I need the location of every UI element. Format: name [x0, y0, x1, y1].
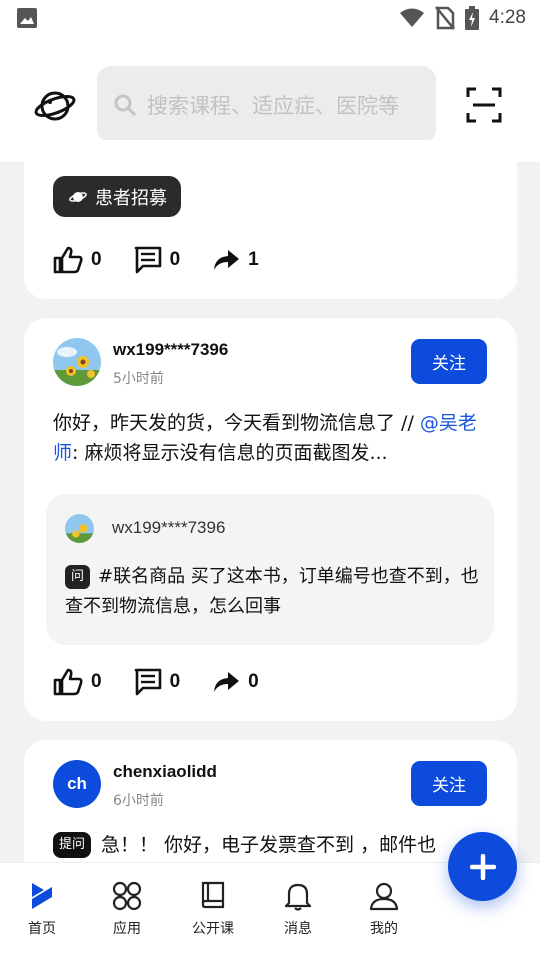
home-logo-icon [32, 883, 52, 909]
search-icon [114, 94, 137, 116]
share-count: 1 [248, 249, 259, 270]
like-button[interactable]: 0 [53, 246, 102, 274]
share-arrow-icon [214, 672, 240, 692]
comment-count: 0 [169, 249, 181, 270]
username[interactable]: wx199****7396 [113, 340, 228, 360]
post-time: 6小时前 [113, 793, 164, 809]
plus-icon [469, 853, 496, 880]
planet-icon [69, 191, 87, 202]
create-post-button[interactable] [448, 832, 517, 901]
avatar[interactable]: ch [53, 760, 101, 808]
apps-grid-icon [112, 881, 142, 911]
nav-profile[interactable]: 我的 [344, 881, 424, 938]
quoted-avatar [65, 514, 94, 543]
search-placeholder: 搜索课程、适应症、医院等 [147, 93, 399, 118]
question-badge: 提问 [53, 832, 92, 858]
user-icon [369, 882, 399, 911]
like-button[interactable]: 0 [53, 668, 102, 696]
comment-icon [134, 668, 161, 696]
nav-messages-label: 消息 [284, 921, 312, 937]
question-badge: 问 [65, 565, 90, 589]
status-time: 4:28 [489, 7, 526, 28]
username[interactable]: chenxiaolidd [113, 762, 217, 782]
nav-messages[interactable]: 消息 [258, 881, 338, 938]
follow-button[interactable]: 关注 [411, 339, 487, 384]
battery-icon [465, 6, 480, 30]
post-text[interactable]: 提问 急！！ 你好，电子发票查不到 ，邮件也 [53, 830, 483, 860]
like-count: 0 [91, 671, 102, 692]
search-bar[interactable]: 搜索课程、适应症、医院等 [97, 66, 436, 143]
status-bar: 4:28 [0, 0, 540, 36]
post-time: 5小时前 [113, 371, 164, 387]
topic-tag-label: 患者招募 [95, 187, 167, 209]
share-count: 0 [248, 671, 259, 692]
image-icon [17, 8, 37, 28]
follow-button[interactable]: 关注 [411, 761, 487, 806]
avatar[interactable] [53, 338, 101, 386]
comment-icon [134, 246, 161, 274]
comment-button[interactable]: 0 [134, 246, 181, 274]
no-sim-icon [435, 6, 455, 30]
share-button[interactable]: 0 [212, 670, 259, 694]
share-button[interactable]: 1 [212, 248, 259, 272]
planet-icon[interactable] [34, 88, 76, 124]
post-text-before: 你好，昨天发的货，今天看到物流信息了 // [53, 412, 420, 434]
nav-home-label: 首页 [28, 921, 56, 937]
quoted-body: #联名商品 买了这本书，订单编号也查不到，也查不到物流信息，怎么回事 [65, 566, 479, 617]
wifi-icon [400, 8, 425, 27]
thumbs-up-icon [53, 668, 83, 696]
quoted-post[interactable]: wx199****7396 问 #联名商品 买了这本书，订单编号也查不到，也查不到… [46, 494, 494, 645]
topic-tag[interactable]: 患者招募 [53, 176, 181, 217]
nav-courses[interactable]: 公开课 [173, 881, 253, 938]
bell-icon [284, 883, 312, 911]
post-body: 急！！ 你好，电子发票查不到 ，邮件也 [101, 834, 437, 856]
quoted-text: 问 #联名商品 买了这本书，订单编号也查不到，也查不到物流信息，怎么回事 [65, 562, 480, 622]
share-arrow-icon [214, 250, 240, 270]
thumbs-up-icon [53, 246, 83, 274]
like-count: 0 [91, 249, 102, 270]
quoted-username: wx199****7396 [112, 518, 226, 537]
status-icons: 4:28 [399, 6, 526, 30]
nav-apps[interactable]: 应用 [87, 881, 167, 938]
post-card[interactable]: 患者招募 0 0 1 [24, 140, 517, 299]
nav-home[interactable]: 首页 [2, 881, 82, 938]
post-actions: 0 0 1 [53, 246, 291, 274]
post-actions: 0 0 0 [53, 668, 291, 696]
post-text-after: : 麻烦将显示没有信息的页面截图发... [72, 442, 388, 464]
nav-courses-label: 公开课 [192, 921, 234, 937]
post-card[interactable]: wx199****7396 5小时前 关注 你好，昨天发的货，今天看到物流信息了… [24, 318, 517, 721]
nav-profile-label: 我的 [370, 921, 398, 937]
comment-button[interactable]: 0 [134, 668, 181, 696]
post-text[interactable]: 你好，昨天发的货，今天看到物流信息了 // @吴老师: 麻烦将显示没有信息的页面… [53, 408, 478, 468]
scan-icon[interactable] [466, 87, 502, 123]
book-icon [201, 881, 225, 909]
nav-apps-label: 应用 [113, 921, 141, 937]
comment-count: 0 [169, 671, 181, 692]
